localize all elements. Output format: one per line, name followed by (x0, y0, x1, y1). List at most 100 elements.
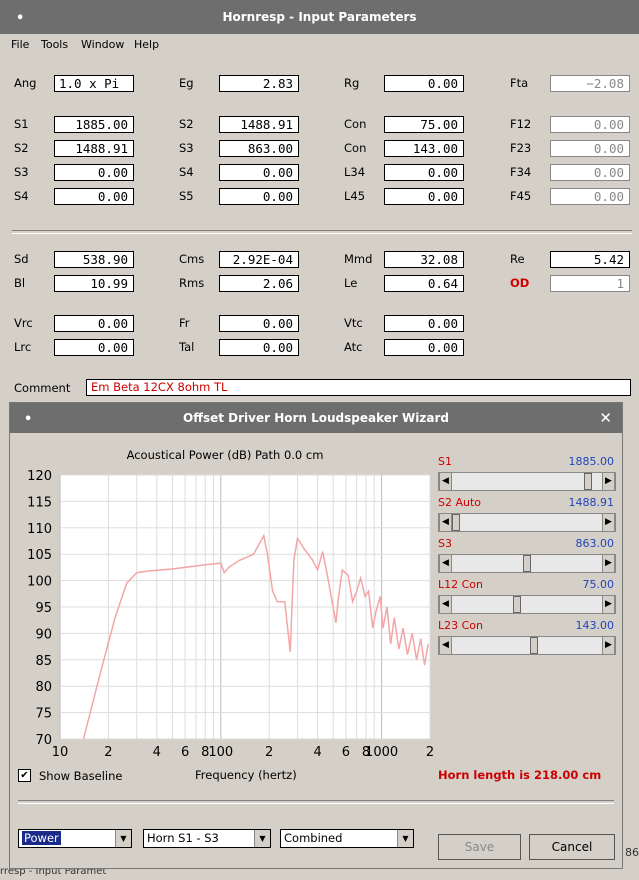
chevron-right-icon[interactable]: ▶ (602, 473, 615, 490)
save-button[interactable]: Save (438, 834, 521, 860)
param-label-rg: Rg (344, 76, 360, 90)
param-field-tal[interactable]: 0.00 (219, 339, 299, 356)
y-tick-label: 120 (27, 469, 52, 484)
slider-track[interactable]: ◀ ▶ (438, 595, 616, 614)
slider-track[interactable]: ◀ ▶ (438, 636, 616, 655)
chevron-left-icon[interactable]: ◀ (439, 637, 452, 654)
comment-field[interactable]: Em Beta 12CX 8ohm TL (86, 379, 631, 396)
chart-title: Acoustical Power (dB) Path 0.0 cm (127, 448, 324, 462)
wizard-title: Offset Driver Horn Loudspeaker Wizard (183, 411, 449, 425)
param-label-con: Con (344, 141, 367, 155)
cancel-button[interactable]: Cancel (529, 834, 615, 860)
slider-thumb[interactable] (530, 637, 539, 654)
param-field-s2[interactable]: 1488.91 (219, 116, 299, 133)
param-field-re[interactable]: 5.42 (550, 251, 630, 268)
param-label-od: OD (510, 276, 530, 290)
chevron-down-icon[interactable]: ▼ (115, 830, 131, 847)
combination-select[interactable]: Combined ▼ (280, 829, 414, 848)
param-field-l34[interactable]: 0.00 (384, 164, 464, 181)
param-label-s2: S2 (179, 117, 194, 131)
param-field-vtc[interactable]: 0.00 (384, 315, 464, 332)
param-field-le[interactable]: 0.64 (384, 275, 464, 292)
param-field-cms[interactable]: 2.92E-04 (219, 251, 299, 268)
x-tick-label: 2 (265, 745, 273, 760)
section-divider (12, 230, 632, 234)
param-field-con[interactable]: 143.00 (384, 140, 464, 157)
param-field-rg[interactable]: 0.00 (384, 75, 464, 92)
param-field-sd[interactable]: 538.90 (54, 251, 134, 268)
slider-thumb[interactable] (584, 473, 593, 490)
menu-window[interactable]: Window (81, 38, 124, 51)
chevron-right-icon[interactable]: ▶ (602, 514, 615, 531)
y-tick-label: 105 (27, 548, 52, 563)
close-icon[interactable]: ✕ (599, 409, 612, 427)
param-field-s3[interactable]: 863.00 (219, 140, 299, 157)
menu-tools[interactable]: Tools (41, 38, 68, 51)
slider-value: 1885.00 (568, 455, 615, 468)
wizard-menu-icon[interactable]: • (24, 412, 32, 427)
param-field-f45[interactable]: 0.00 (550, 188, 630, 205)
slider-track[interactable]: ◀ ▶ (438, 554, 616, 573)
param-field-vrc[interactable]: 0.00 (54, 315, 134, 332)
param-field-con[interactable]: 75.00 (384, 116, 464, 133)
param-field-fr[interactable]: 0.00 (219, 315, 299, 332)
slider-label: L23 Con (438, 619, 484, 632)
param-field-s4[interactable]: 0.00 (54, 188, 134, 205)
slider-track[interactable]: ◀ ▶ (438, 472, 616, 491)
param-label-fta: Fta (510, 76, 529, 90)
param-field-f12[interactable]: 0.00 (550, 116, 630, 133)
param-field-eg[interactable]: 2.83 (219, 75, 299, 92)
param-field-s3[interactable]: 0.00 (54, 164, 134, 181)
chevron-down-icon[interactable]: ▼ (397, 830, 413, 847)
wizard-titlebar[interactable]: • Offset Driver Horn Loudspeaker Wizard … (10, 403, 622, 433)
menu-file[interactable]: File (11, 38, 29, 51)
param-label-f45: F45 (510, 189, 532, 203)
param-label-lrc: Lrc (14, 340, 32, 354)
horn-section-select[interactable]: Horn S1 - S3 ▼ (143, 829, 271, 848)
chevron-down-icon[interactable]: ▼ (254, 830, 270, 847)
chevron-left-icon[interactable]: ◀ (439, 596, 452, 613)
x-tick-label: 2 (104, 745, 112, 760)
param-field-bl[interactable]: 10.99 (54, 275, 134, 292)
param-label-sd: Sd (14, 252, 29, 266)
param-field-mmd[interactable]: 32.08 (384, 251, 464, 268)
slider-thumb[interactable] (513, 596, 522, 613)
slider-value: 75.00 (582, 578, 615, 591)
y-tick-label: 100 (27, 575, 52, 590)
chevron-right-icon[interactable]: ▶ (602, 596, 615, 613)
param-label-ang: Ang (14, 76, 37, 90)
chevron-left-icon[interactable]: ◀ (439, 473, 452, 490)
slider-label: S1 (438, 455, 452, 468)
param-field-s5[interactable]: 0.00 (219, 188, 299, 205)
show-baseline-checkbox[interactable]: ✔ (18, 769, 31, 782)
param-field-fta[interactable]: −2.08 (550, 75, 630, 92)
show-baseline-label: Show Baseline (39, 769, 123, 783)
chevron-left-icon[interactable]: ◀ (439, 555, 452, 572)
param-field-lrc[interactable]: 0.00 (54, 339, 134, 356)
param-field-rms[interactable]: 2.06 (219, 275, 299, 292)
chevron-right-icon[interactable]: ▶ (602, 555, 615, 572)
menu-help[interactable]: Help (134, 38, 159, 51)
param-field-od[interactable]: 1 (550, 275, 630, 292)
main-titlebar[interactable]: • Hornresp - Input Parameters (0, 0, 639, 34)
slider-thumb[interactable] (523, 555, 531, 572)
param-field-ang[interactable]: 1.0 x Pi (54, 75, 134, 92)
offset-driver-wizard: • Offset Driver Horn Loudspeaker Wizard … (9, 402, 623, 869)
param-field-atc[interactable]: 0.00 (384, 339, 464, 356)
param-field-s4[interactable]: 0.00 (219, 164, 299, 181)
param-label-s2: S2 (14, 141, 29, 155)
slider-label: S2 Auto (438, 496, 482, 509)
param-field-l45[interactable]: 0.00 (384, 188, 464, 205)
param-field-s1[interactable]: 1885.00 (54, 116, 134, 133)
window-menu-icon[interactable]: • (16, 11, 24, 26)
main-title: Hornresp - Input Parameters (222, 10, 417, 24)
output-type-select[interactable]: Power ▼ (18, 829, 132, 848)
chevron-left-icon[interactable]: ◀ (439, 514, 452, 531)
param-field-f23[interactable]: 0.00 (550, 140, 630, 157)
chevron-right-icon[interactable]: ▶ (602, 637, 615, 654)
slider-track[interactable]: ◀ ▶ (438, 513, 616, 532)
slider-thumb[interactable] (452, 514, 460, 531)
param-field-s2[interactable]: 1488.91 (54, 140, 134, 157)
param-field-f34[interactable]: 0.00 (550, 164, 630, 181)
y-tick-label: 95 (35, 601, 52, 616)
